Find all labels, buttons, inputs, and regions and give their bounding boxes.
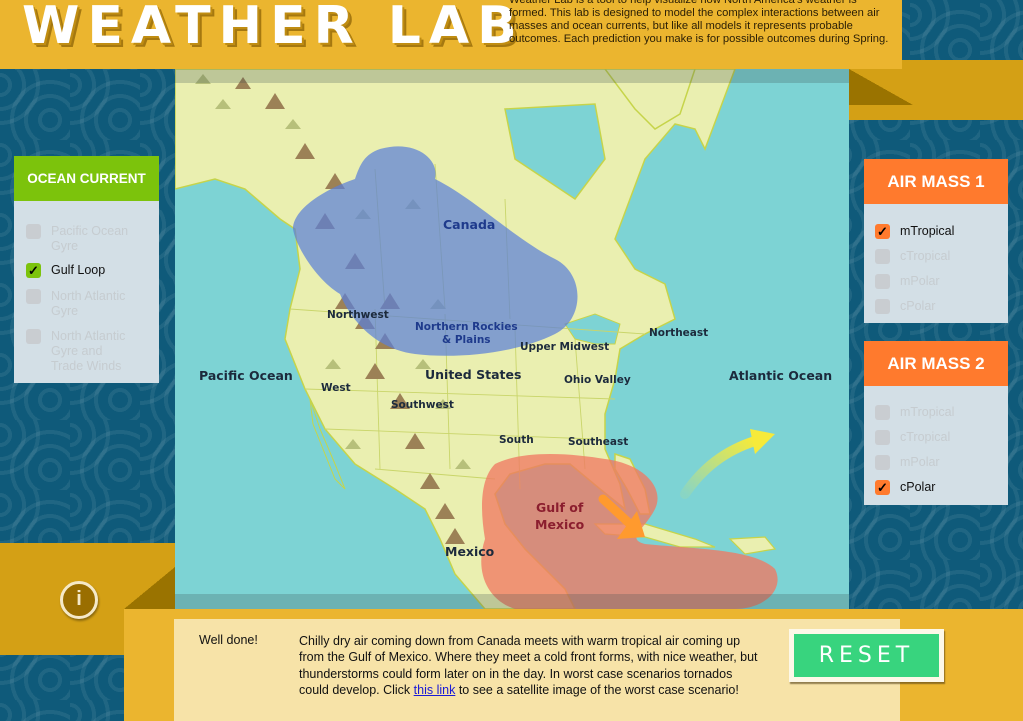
weather-map: Pacific Ocean Atlantic Ocean Canada Unit… <box>175 69 849 609</box>
label-canada: Canada <box>443 217 496 232</box>
info-icon: i <box>76 588 82 610</box>
label-nrockies-line2: & Plains <box>442 334 491 346</box>
result-message: Chilly dry air coming down from Canada m… <box>299 633 759 698</box>
label-gulf-line1: Gulf of <box>536 500 584 515</box>
check-icon: ✓ <box>877 224 888 239</box>
checkbox-air2-ctropical[interactable] <box>875 430 890 445</box>
option-label: cPolar <box>900 299 936 313</box>
label-atlantic-ocean: Atlantic Ocean <box>729 368 833 383</box>
result-heading: Well done! <box>199 633 258 647</box>
check-icon: ✓ <box>28 263 39 278</box>
label-upper-midwest: Upper Midwest <box>520 341 610 353</box>
label-west: West <box>321 382 351 394</box>
air-mass-1-title: AIR MASS 1 <box>864 159 1008 204</box>
label-northern-rockies: Northern Rockies & Plains <box>415 321 518 347</box>
option-label: cTropical <box>900 249 951 263</box>
ocean-current-panel: OCEAN CURRENT Pacific Ocean Gyre ✓ Gulf … <box>14 156 159 383</box>
checkbox-north-atlantic-gyre-trade-winds[interactable] <box>26 329 41 344</box>
checkbox-north-atlantic-gyre[interactable] <box>26 289 41 304</box>
app-title: WEATHER LAB <box>22 0 525 56</box>
air-mass-2-title: AIR MASS 2 <box>864 341 1008 386</box>
option-label: mTropical <box>900 224 955 238</box>
air2-option-cpolar[interactable]: ✓ cPolar <box>875 480 935 495</box>
jet-stream-arrow <box>680 429 775 499</box>
label-gulf-line2: Mexico <box>535 517 585 532</box>
label-pacific-ocean: Pacific Ocean <box>199 368 293 383</box>
air1-option-ctropical[interactable]: cTropical <box>875 249 950 264</box>
option-north-atlantic-gyre-trade-winds[interactable]: North Atlantic Gyre and Trade Winds <box>26 329 136 374</box>
option-label: cTropical <box>900 430 951 444</box>
ocean-current-title: OCEAN CURRENT <box>14 156 159 201</box>
label-southeast: Southeast <box>568 436 629 448</box>
air2-option-mpolar[interactable]: mPolar <box>875 455 940 470</box>
checkbox-air2-cpolar-checked[interactable]: ✓ <box>875 480 890 495</box>
option-label: mPolar <box>900 455 940 469</box>
checkbox-air1-mtropical-checked[interactable]: ✓ <box>875 224 890 239</box>
label-united-states: United States <box>425 367 522 382</box>
option-label: mPolar <box>900 274 940 288</box>
air2-option-mtropical[interactable]: mTropical <box>875 405 954 420</box>
result-message-text-end: to see a satellite image of the worst ca… <box>455 682 739 697</box>
label-south: South <box>499 434 534 446</box>
option-label: mTropical <box>900 405 955 419</box>
label-ohio-valley: Ohio Valley <box>564 374 631 386</box>
option-north-atlantic-gyre[interactable]: North Atlantic Gyre <box>26 289 141 319</box>
reset-button[interactable]: RESET <box>789 629 944 682</box>
option-label: North Atlantic Gyre <box>51 289 126 318</box>
air1-option-cpolar[interactable]: cPolar <box>875 299 935 314</box>
label-nrockies-line1: Northern Rockies <box>415 321 518 333</box>
footer-fold-decoration <box>124 567 175 609</box>
option-gulf-loop[interactable]: ✓ Gulf Loop <box>26 263 105 278</box>
checkbox-gulf-loop-checked[interactable]: ✓ <box>26 263 41 278</box>
intro-text: Weather Lab is a tool to help visualize … <box>509 0 889 45</box>
check-icon: ✓ <box>877 480 888 495</box>
map-top-shade <box>175 69 849 83</box>
air-mass-2-panel: AIR MASS 2 mTropical cTropical mPolar ✓ … <box>864 341 1008 505</box>
checkbox-air2-mtropical[interactable] <box>875 405 890 420</box>
header-fold-decoration <box>849 69 913 105</box>
checkbox-pacific-ocean-gyre[interactable] <box>26 224 41 239</box>
air-mass-1-panel: AIR MASS 1 ✓ mTropical cTropical mPolar … <box>864 159 1008 323</box>
label-southwest: Southwest <box>391 399 454 411</box>
option-label: North Atlantic Gyre and Trade Winds <box>51 329 126 373</box>
option-label: Gulf Loop <box>51 263 106 277</box>
checkbox-air1-mpolar[interactable] <box>875 274 890 289</box>
air2-option-ctropical[interactable]: cTropical <box>875 430 950 445</box>
option-pacific-ocean-gyre[interactable]: Pacific Ocean Gyre <box>26 224 141 254</box>
info-button[interactable]: i <box>60 581 98 619</box>
satellite-image-link[interactable]: this link <box>414 683 456 697</box>
checkbox-air2-mpolar[interactable] <box>875 455 890 470</box>
hispaniola <box>728 536 777 555</box>
label-northwest: Northwest <box>327 309 389 321</box>
label-northeast: Northeast <box>649 327 709 339</box>
option-label: cPolar <box>900 480 936 494</box>
map-bottom-shade <box>175 594 849 609</box>
checkbox-air1-cpolar[interactable] <box>875 299 890 314</box>
label-mexico: Mexico <box>445 544 495 559</box>
air1-option-mtropical[interactable]: ✓ mTropical <box>875 224 954 239</box>
header: WEATHER LAB Weather Lab is a tool to hel… <box>0 0 902 69</box>
air1-option-mpolar[interactable]: mPolar <box>875 274 940 289</box>
label-gulf-of-mexico: Gulf of Mexico <box>535 499 584 533</box>
checkbox-air1-ctropical[interactable] <box>875 249 890 264</box>
option-label: Pacific Ocean Gyre <box>51 224 129 253</box>
